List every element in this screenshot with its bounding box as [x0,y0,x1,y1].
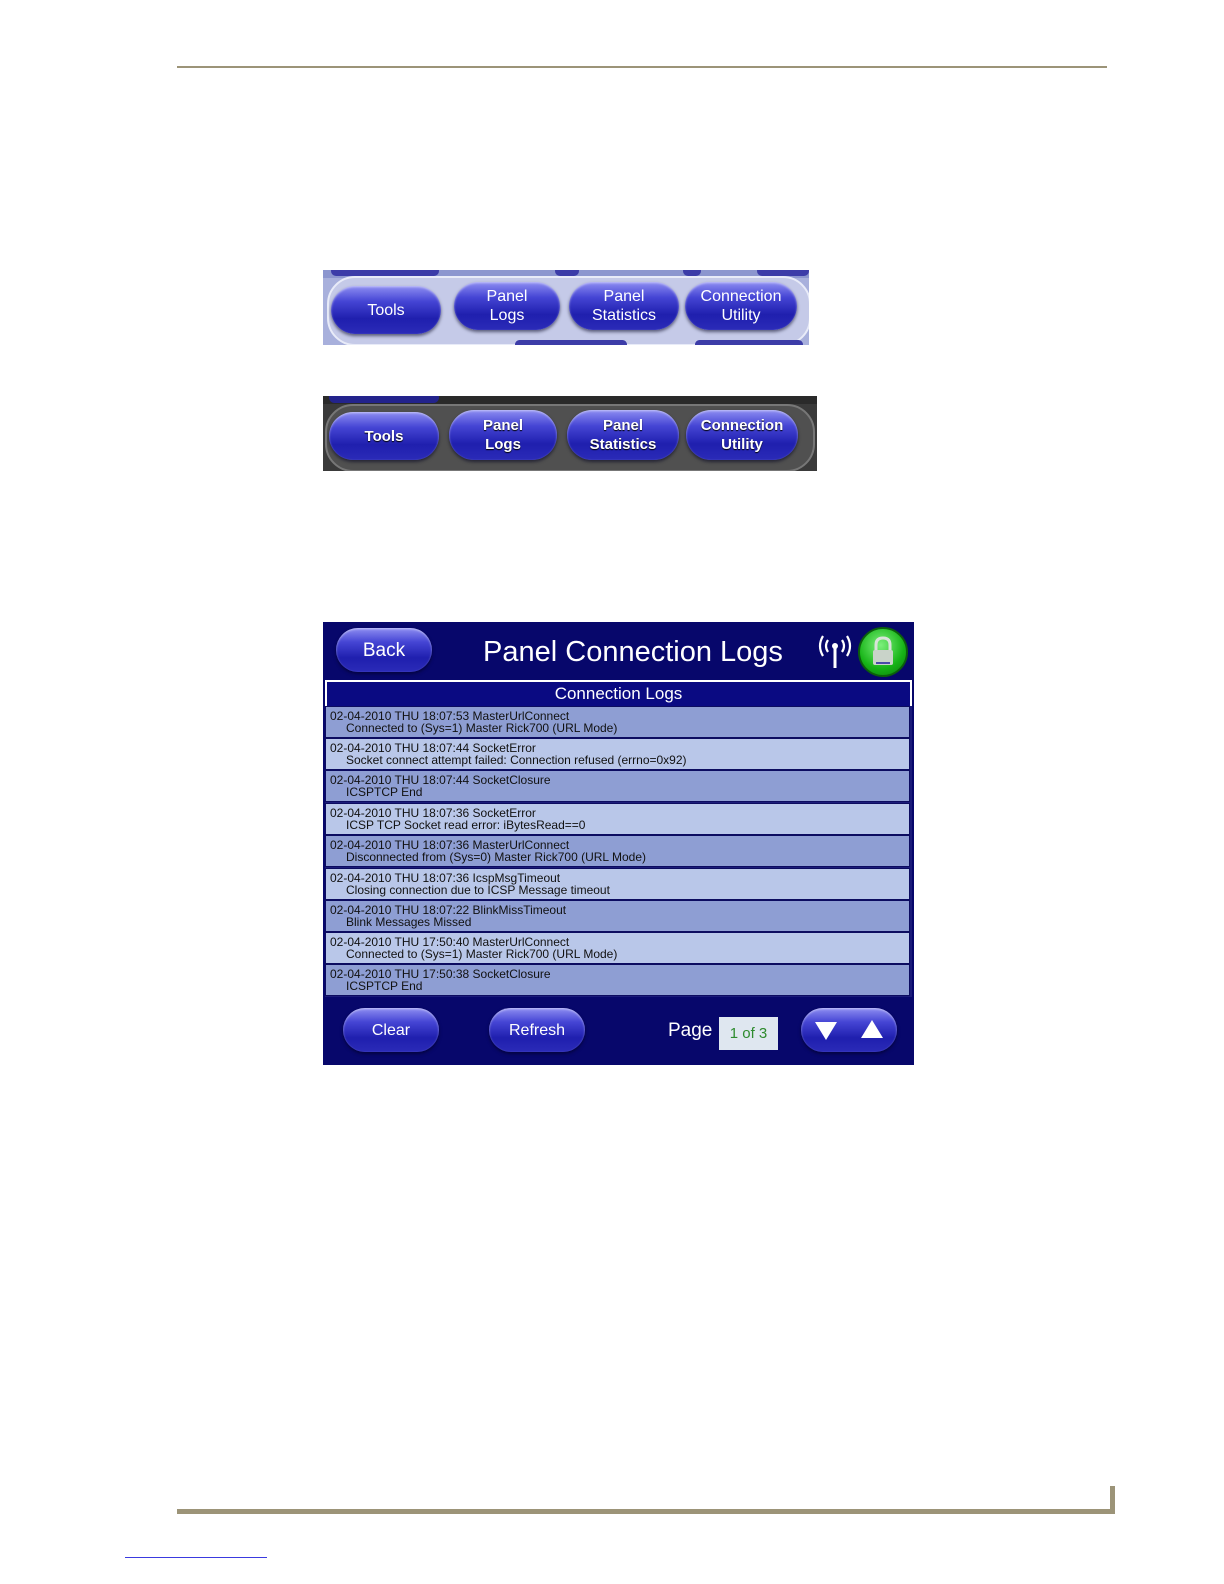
refresh-button-label: Refresh [508,1021,566,1039]
connection-utility-label-line1: Connection [700,288,782,305]
log-row: 02-04-2010 THU 18:07:36 MasterUrlConnect… [325,835,910,867]
panel-logs-button[interactable]: Panel Logs [454,282,560,330]
tools-button-label: Tools [367,301,405,319]
panel-logs-button[interactable]: Panel Logs [449,410,557,460]
page-indicator: 1 of 3 [719,1017,778,1050]
panel-logs-label-line1: Panel [482,417,524,434]
footer-link-underline[interactable] [125,1557,267,1558]
tools-button-label: Tools [364,427,404,445]
footer-rule [177,1509,1115,1514]
panel-statistics-label-line2: Statistics [591,307,656,324]
log-row: 02-04-2010 THU 17:50:38 SocketClosure IC… [325,964,910,996]
arrow-up-icon[interactable] [861,1020,883,1038]
panel-statistics-button[interactable]: Panel Statistics [567,410,679,460]
panel-logs-label-line2: Logs [489,307,525,324]
connection-utility-button[interactable]: Connection Utility [686,410,798,460]
log-entry-detail: ICSPTCP End [346,785,423,799]
log-entry-detail: Socket connect attempt failed: Connectio… [346,753,687,767]
log-row: 02-04-2010 THU 18:07:53 MasterUrlConnect… [325,706,910,738]
log-row: 02-04-2010 THU 17:50:40 MasterUrlConnect… [325,932,910,964]
panel-statistics-label-line1: Panel [603,288,645,305]
log-row: 02-04-2010 THU 18:07:44 SocketError Sock… [325,738,910,770]
log-entry-detail: Closing connection due to ICSP Message t… [346,883,610,897]
wifi-signal-icon [818,635,852,668]
background-buttons-bottom [323,339,809,345]
logs-list[interactable]: 02-04-2010 THU 18:07:53 MasterUrlConnect… [325,706,912,997]
panel-logs-label-line2: Logs [485,436,521,453]
page-label: Page [668,1020,713,1041]
arrow-down-icon[interactable] [815,1022,837,1040]
log-row: 02-04-2010 THU 18:07:22 BlinkMissTimeout… [325,900,910,932]
back-button[interactable]: Back [336,628,432,672]
log-entry-detail: Connected to (Sys=1) Master Rick700 (URL… [346,721,618,735]
panel-statistics-label-line2: Statistics [589,436,657,453]
connection-utility-label-line2: Utility [721,436,763,453]
connection-utility-label-line1: Connection [700,417,784,434]
clear-button[interactable]: Clear [343,1008,439,1052]
tools-button[interactable]: Tools [331,286,441,334]
footer-rule-tick [1110,1486,1115,1514]
toolbar-light-theme: Tools Panel Logs Panel Statistics Connecti… [323,270,809,345]
log-row: 02-04-2010 THU 18:07:36 IcspMsgTimeout C… [325,868,910,900]
panel-connection-logs-screen: Back Panel Connection Logs Connection Lo… [323,622,914,1065]
connection-logs-header: Connection Logs [325,680,912,708]
log-row: 02-04-2010 THU 18:07:36 SocketError ICSP… [325,803,910,835]
log-entry-detail: Blink Messages Missed [346,915,472,929]
log-entry-detail: ICSP TCP Socket read error: iBytesRead==… [346,818,586,832]
tools-button[interactable]: Tools [329,412,439,460]
connection-utility-button[interactable]: Connection Utility [685,282,797,330]
panel-logs-label-line1: Panel [486,288,528,305]
log-entry-detail: Connected to (Sys=1) Master Rick700 (URL… [346,947,618,961]
background-buttons-top [323,396,817,404]
panel-statistics-label-line1: Panel [602,417,643,434]
back-button-label: Back [362,639,406,661]
clear-button-label: Clear [371,1021,411,1039]
header-rule [177,66,1107,68]
log-row: 02-04-2010 THU 18:07:44 SocketClosure IC… [325,770,910,802]
log-entry-detail: Disconnected from (Sys=0) Master Rick700… [346,850,646,864]
lock-icon[interactable] [858,627,908,677]
connection-utility-label-line2: Utility [721,307,761,324]
toolbar-dark-theme: Tools Panel Logs Panel Statistics Connecti… [323,396,817,471]
log-entry-detail: ICSPTCP End [346,979,423,993]
page-nav-button[interactable] [801,1008,897,1052]
panel-statistics-button[interactable]: Panel Statistics [569,282,679,330]
page-title: Panel Connection Logs [483,636,783,668]
refresh-button[interactable]: Refresh [489,1008,585,1052]
